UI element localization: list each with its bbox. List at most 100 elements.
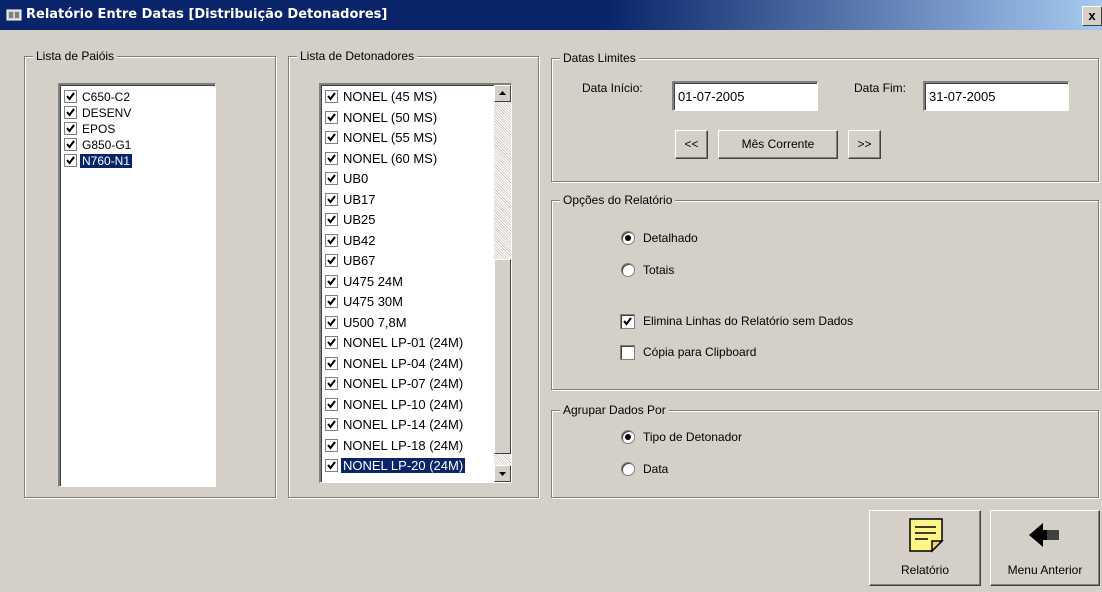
item-checkbox[interactable]: [325, 315, 338, 329]
list-item[interactable]: NONEL LP-01 (24M): [321, 333, 493, 354]
list-item[interactable]: UB17: [321, 190, 493, 211]
list-item[interactable]: N760-N1: [60, 153, 215, 169]
list-item[interactable]: NONEL LP-04 (24M): [321, 354, 493, 375]
item-checkbox[interactable]: [325, 418, 338, 432]
detalhado-label[interactable]: Detalhado: [643, 231, 698, 245]
item-label: NONEL LP-20 (24M): [339, 457, 467, 474]
item-label: NONEL LP-04 (24M): [343, 355, 464, 371]
item-checkbox[interactable]: [325, 131, 338, 145]
data-inicio-label: Data Início:: [582, 81, 643, 95]
item-label: UB67: [343, 253, 376, 268]
list-item[interactable]: UB42: [321, 231, 493, 252]
item-checkbox[interactable]: [325, 438, 338, 452]
data-inicio-input[interactable]: 01-07-2005: [672, 81, 818, 111]
relatorio-button[interactable]: Relatório: [869, 510, 981, 586]
list-item[interactable]: U475 24M: [321, 272, 493, 293]
item-checkbox[interactable]: [325, 295, 338, 309]
check-icon: [327, 440, 336, 450]
item-checkbox[interactable]: [325, 397, 338, 411]
item-label: NONEL (55 MS): [343, 130, 438, 145]
list-item[interactable]: NONEL (45 MS): [321, 87, 493, 108]
check-icon: [66, 108, 75, 117]
list-item[interactable]: NONEL LP-20 (24M): [321, 456, 493, 477]
elimina-checkbox[interactable]: [620, 314, 635, 329]
totais-label[interactable]: Totais: [643, 263, 674, 277]
menu-anterior-label: Menu Anterior: [1007, 563, 1083, 577]
item-checkbox[interactable]: [325, 172, 338, 186]
check-icon: [327, 112, 336, 122]
list-item[interactable]: UB25: [321, 210, 493, 231]
current-month-button[interactable]: Mês Corrente: [718, 130, 838, 159]
item-checkbox[interactable]: [325, 336, 338, 350]
scroll-down-button[interactable]: [494, 465, 511, 482]
list-item[interactable]: EPOS: [60, 121, 215, 137]
list-item[interactable]: NONEL (60 MS): [321, 149, 493, 170]
list-item[interactable]: DESENV: [60, 105, 215, 121]
item-label: C650-C2: [82, 90, 131, 104]
copia-checkbox[interactable]: [620, 345, 635, 360]
item-checkbox[interactable]: [325, 151, 338, 165]
list-item[interactable]: U500 7,8M: [321, 313, 493, 334]
data-label[interactable]: Data: [643, 462, 668, 476]
close-button[interactable]: x: [1082, 6, 1102, 26]
item-checkbox[interactable]: [325, 110, 338, 124]
item-checkbox[interactable]: [325, 459, 338, 473]
item-checkbox[interactable]: [325, 192, 338, 206]
item-checkbox[interactable]: [325, 254, 338, 268]
check-icon: [327, 215, 336, 224]
list-item[interactable]: NONEL LP-18 (24M): [321, 436, 493, 457]
item-checkbox[interactable]: [64, 122, 77, 136]
tipo-detonador-label[interactable]: Tipo de Detonador: [643, 430, 742, 444]
item-label: DESENV: [82, 106, 132, 120]
check-icon: [327, 420, 336, 429]
scroll-up-button[interactable]: [494, 85, 511, 102]
copia-label[interactable]: Cópia para Clipboard: [643, 345, 756, 359]
opcoes-legend: Opções do Relatório: [560, 193, 676, 207]
check-icon: [66, 124, 75, 133]
tipo-detonador-radio[interactable]: [621, 430, 635, 444]
list-item[interactable]: UB0: [321, 169, 493, 190]
detonadores-scrollbar[interactable]: [494, 85, 511, 482]
item-label: U475 24M: [343, 273, 403, 289]
list-item[interactable]: U475 30M: [321, 292, 493, 313]
item-checkbox[interactable]: [64, 106, 77, 120]
list-item[interactable]: G850-G1: [60, 137, 215, 153]
item-checkbox[interactable]: [325, 90, 338, 104]
detalhado-radio[interactable]: [621, 231, 635, 245]
menu-anterior-button[interactable]: Menu Anterior: [990, 510, 1100, 586]
item-checkbox[interactable]: [64, 154, 77, 168]
item-label: U475 30M: [343, 294, 403, 309]
item-checkbox[interactable]: [325, 233, 338, 247]
totais-radio[interactable]: [621, 263, 635, 277]
scroll-thumb[interactable]: [494, 259, 511, 454]
next-month-button[interactable]: >>: [848, 130, 881, 159]
item-checkbox[interactable]: [64, 90, 77, 104]
item-checkbox[interactable]: [325, 356, 338, 370]
list-item[interactable]: C650-C2: [60, 89, 215, 105]
arrow-up-icon: [499, 91, 506, 95]
list-item[interactable]: NONEL LP-10 (24M): [321, 395, 493, 416]
item-checkbox[interactable]: [64, 138, 77, 152]
item-label: NONEL (45 MS): [343, 89, 438, 104]
data-fim-input[interactable]: 31-07-2005: [923, 81, 1069, 111]
check-icon: [327, 358, 336, 368]
list-item[interactable]: NONEL (50 MS): [321, 108, 493, 129]
item-checkbox[interactable]: [325, 377, 338, 391]
report-note-icon: [909, 518, 944, 553]
list-item[interactable]: UB67: [321, 251, 493, 272]
datas-group: Datas Limites Data Início: 01-07-2005 Da…: [551, 51, 1099, 182]
prev-month-button[interactable]: <<: [675, 130, 708, 159]
agrupar-group: Agrupar Dados Por Tipo de Detonador Data: [551, 403, 1099, 498]
item-checkbox[interactable]: [325, 213, 338, 227]
detonadores-listbox[interactable]: NONEL (45 MS) NONEL (50 MS) NONEL (55 MS) N…: [319, 83, 512, 483]
elimina-label[interactable]: Elimina Linhas do Relatório sem Dados: [643, 314, 853, 328]
list-item[interactable]: NONEL LP-14 (24M): [321, 415, 493, 436]
data-radio[interactable]: [621, 462, 635, 476]
list-item[interactable]: NONEL (55 MS): [321, 128, 493, 149]
back-arrow-icon: [1029, 523, 1059, 547]
list-item[interactable]: NONEL LP-07 (24M): [321, 374, 493, 395]
item-checkbox[interactable]: [325, 274, 338, 288]
paiois-listbox[interactable]: C650-C2 DESENV EPOS G850-G1 N760-N1: [58, 83, 216, 487]
item-label: UB0: [343, 171, 369, 186]
check-icon: [66, 140, 75, 149]
